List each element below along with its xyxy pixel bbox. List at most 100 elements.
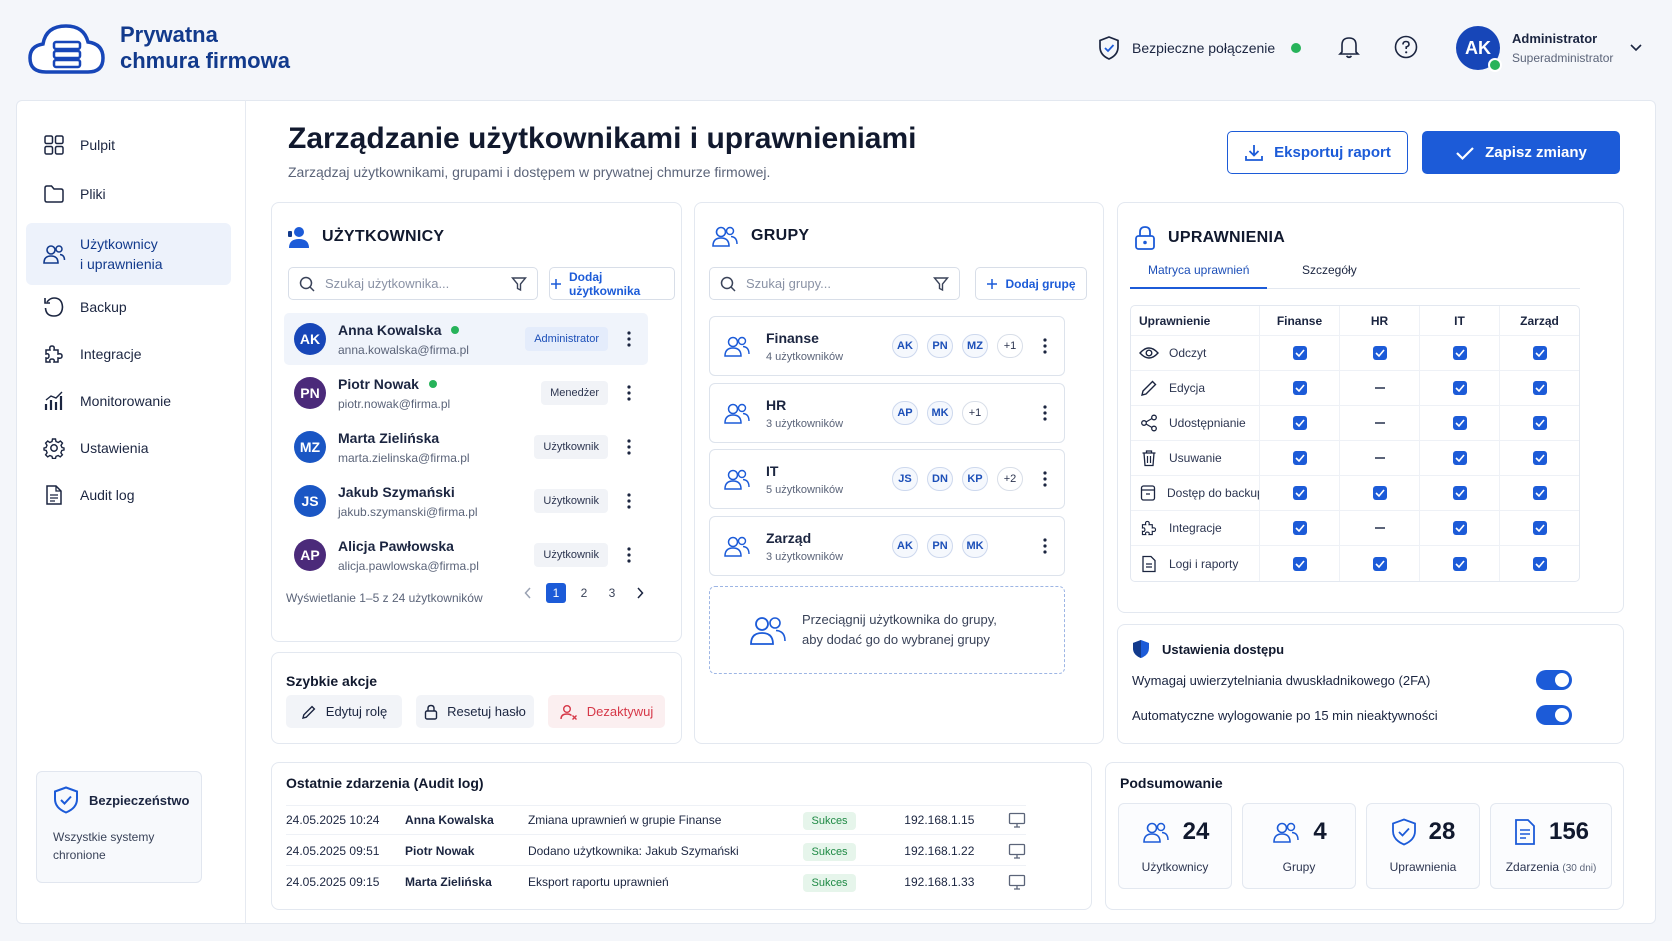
permission-checkbox-it[interactable] [1452, 381, 1467, 395]
permission-checkbox-it[interactable] [1452, 346, 1467, 360]
audit-log-row[interactable]: 24.05.2025 09:51 Piotr Nowak Dodano użyt… [286, 836, 1026, 866]
more-options-icon[interactable] [622, 439, 636, 455]
role-badge[interactable]: Użytkownik [534, 435, 608, 459]
sidebar-item-monitorowanie[interactable]: Monitorowanie [26, 378, 231, 424]
deactivate-button[interactable]: Dezaktywuj [548, 695, 665, 728]
permission-checkbox-finanse[interactable] [1292, 451, 1307, 465]
add-user-button[interactable]: Dodaj użytkownika [549, 267, 675, 300]
user-row[interactable]: PN Piotr Nowak piotr.nowak@firma.pl Mene… [284, 367, 648, 419]
permission-none-hr[interactable] [1374, 457, 1385, 459]
export-report-button[interactable]: Eksportuj raport [1227, 131, 1408, 174]
sidebar-item-ustawienia[interactable]: Ustawienia [26, 425, 231, 471]
page-button-1[interactable]: 1 [546, 583, 566, 603]
audit-log-row[interactable]: 24.05.2025 09:15 Marta Zielińska Eksport… [286, 867, 1026, 897]
more-options-icon[interactable] [1038, 471, 1052, 487]
notifications-bell-icon[interactable] [1338, 35, 1360, 59]
more-members-chip[interactable]: +1 [962, 401, 988, 425]
permission-checkbox-finanse[interactable] [1292, 556, 1307, 571]
reset-password-button[interactable]: Resetuj hasło [416, 695, 534, 728]
role-badge[interactable]: Menedżer [541, 381, 608, 405]
add-group-button[interactable]: Dodaj grupę [975, 267, 1087, 300]
brand-logo[interactable]: Prywatna chmura firmowa [26, 20, 290, 76]
permission-checkbox-hr[interactable] [1372, 486, 1387, 500]
permission-checkbox-it[interactable] [1452, 451, 1467, 465]
filter-icon[interactable] [511, 276, 527, 292]
group-row[interactable]: IT 5 użytkowników JS DN KP +2 [709, 449, 1065, 509]
sidebar-item-users[interactable]: Użytkownicy i uprawnienia [26, 223, 231, 285]
user-avatar-initials: PN [300, 385, 320, 401]
more-options-icon[interactable] [1038, 538, 1052, 554]
stat-events[interactable]: 156 Zdarzenia (30 dni) [1490, 803, 1612, 889]
permission-checkbox-it[interactable] [1452, 416, 1467, 430]
sidebar-item-backup[interactable]: Backup [26, 284, 231, 330]
filter-icon[interactable] [933, 276, 949, 292]
permission-checkbox-zarząd[interactable] [1532, 521, 1547, 535]
permission-checkbox-finanse[interactable] [1292, 416, 1307, 430]
group-drop-zone[interactable]: Przeciągnij użytkownika do grupy, aby do… [709, 586, 1065, 674]
more-options-icon[interactable] [622, 385, 636, 401]
chevron-right-icon[interactable] [630, 583, 650, 603]
sidebar-item-pulpit[interactable]: Pulpit [26, 122, 231, 168]
permission-checkbox-zarząd[interactable] [1532, 416, 1547, 430]
permission-none-hr[interactable] [1374, 422, 1385, 424]
twofa-toggle[interactable] [1536, 670, 1572, 690]
permission-checkbox-zarząd[interactable] [1532, 556, 1547, 571]
user-row[interactable]: AK Anna Kowalska anna.kowalska@firma.pl … [284, 313, 648, 365]
stat-permissions[interactable]: 28 Uprawnienia [1366, 803, 1480, 889]
more-options-icon[interactable] [1038, 405, 1052, 421]
help-icon[interactable] [1394, 35, 1418, 59]
user-menu[interactable]: AK Administrator Superadministrator [1456, 26, 1643, 72]
role-badge[interactable]: Użytkownik [534, 489, 608, 513]
save-changes-button[interactable]: Zapisz zmiany [1422, 131, 1620, 174]
user-row[interactable]: AP Alicja Pawłowska alicja.pawlowska@fir… [284, 529, 648, 581]
more-options-icon[interactable] [622, 493, 636, 509]
page-button-2[interactable]: 2 [574, 583, 594, 603]
permission-checkbox-finanse[interactable] [1292, 486, 1307, 500]
permission-checkbox-finanse[interactable] [1292, 346, 1307, 360]
group-row[interactable]: Zarząd 3 użytkowników AK PN MK [709, 516, 1065, 576]
group-row[interactable]: HR 3 użytkowników AP MK +1 [709, 383, 1065, 443]
page-button-3[interactable]: 3 [602, 583, 622, 603]
stat-users[interactable]: 24 Użytkownicy [1118, 803, 1232, 889]
permission-checkbox-zarząd[interactable] [1532, 486, 1547, 500]
permission-checkbox-hr[interactable] [1372, 556, 1387, 571]
user-name: Alicja Pawłowska [338, 537, 454, 554]
permission-checkbox-finanse[interactable] [1292, 521, 1307, 535]
group-row[interactable]: Finanse 4 użytkowników AK PN MZ +1 [709, 316, 1065, 376]
user-row[interactable]: MZ Marta Zielińska marta.zielinska@firma… [284, 421, 648, 473]
permission-checkbox-zarząd[interactable] [1532, 346, 1547, 360]
permission-none-hr[interactable] [1374, 527, 1385, 529]
more-members-chip[interactable]: +2 [997, 467, 1023, 491]
chevron-left-icon[interactable] [518, 583, 538, 603]
stat-note: (30 dni) [1562, 863, 1597, 874]
permission-checkbox-zarząd[interactable] [1532, 381, 1547, 395]
audit-log-row[interactable]: 24.05.2025 10:24 Anna Kowalska Zmiana up… [286, 805, 1026, 835]
user-row[interactable]: JS Jakub Szymański jakub.szymanski@firma… [284, 475, 648, 527]
sidebar-item-audit-log[interactable]: Audit log [26, 472, 231, 518]
secure-connection-status: Bezpieczne połączenie [1098, 36, 1302, 60]
permission-checkbox-zarząd[interactable] [1532, 451, 1547, 465]
group-search-input[interactable]: Szukaj grupy... [709, 267, 960, 300]
tab-details[interactable]: Szczegóły [1302, 263, 1357, 289]
tab-permission-matrix[interactable]: Matryca uprawnień [1130, 263, 1268, 289]
twofa-label: Wymagaj uwierzytelniania dwuskładnikoweg… [1132, 672, 1431, 688]
permission-none-hr[interactable] [1374, 387, 1385, 389]
more-options-icon[interactable] [1038, 338, 1052, 354]
autologout-toggle[interactable] [1536, 705, 1572, 725]
edit-role-button[interactable]: Edytuj rolę [286, 695, 402, 728]
more-options-icon[interactable] [622, 331, 636, 347]
sidebar-item-pliki[interactable]: Pliki [26, 171, 231, 217]
user-search-input[interactable]: Szukaj użytkownika... [288, 267, 538, 300]
role-badge[interactable]: Użytkownik [534, 543, 608, 567]
permission-checkbox-it[interactable] [1452, 521, 1467, 535]
permission-checkbox-it[interactable] [1452, 556, 1467, 571]
role-badge[interactable]: Administrator [525, 327, 608, 351]
more-options-icon[interactable] [622, 547, 636, 563]
permission-checkbox-it[interactable] [1452, 486, 1467, 500]
sidebar-item-integracje[interactable]: Integracje [26, 331, 231, 377]
chevron-down-icon[interactable] [1629, 43, 1643, 53]
more-members-chip[interactable]: +1 [997, 334, 1023, 358]
stat-groups[interactable]: 4 Grupy [1242, 803, 1356, 889]
permission-checkbox-finanse[interactable] [1292, 381, 1307, 395]
permission-checkbox-hr[interactable] [1372, 346, 1387, 360]
